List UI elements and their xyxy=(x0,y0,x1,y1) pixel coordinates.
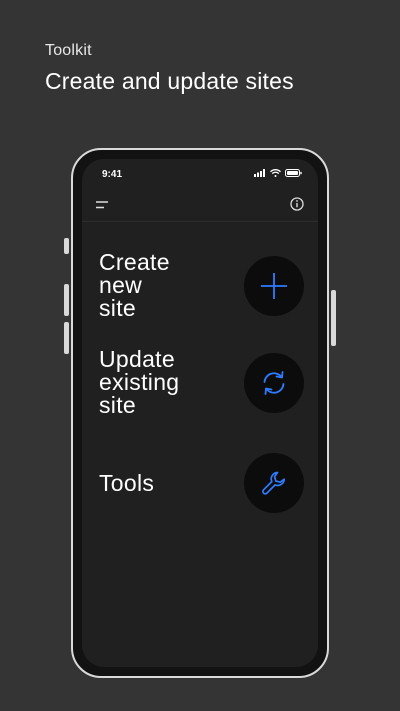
tools-action[interactable]: Tools xyxy=(99,453,304,513)
info-icon[interactable] xyxy=(290,197,304,211)
tools-button[interactable] xyxy=(244,453,304,513)
create-new-site-action[interactable]: Create new site xyxy=(99,251,304,320)
create-new-site-button[interactable] xyxy=(244,255,304,316)
signal-icon xyxy=(254,169,265,177)
menu-icon[interactable] xyxy=(96,201,108,209)
phone-screen: 9:41 Create new site Update existing sit… xyxy=(82,159,318,667)
wifi-icon xyxy=(270,169,281,177)
phone-volume-down-button xyxy=(64,322,69,354)
update-existing-site-label: Update existing site xyxy=(99,346,180,418)
create-new-site-label: Create new site xyxy=(99,249,170,321)
update-existing-site-action[interactable]: Update existing site xyxy=(99,348,304,417)
page-title: Create and update sites xyxy=(45,68,294,94)
phone-frame: 9:41 Create new site Update existing sit… xyxy=(71,148,329,678)
phone-mute-button xyxy=(64,238,69,254)
tools-label: Tools xyxy=(99,469,155,496)
app-navbar xyxy=(82,191,318,222)
update-existing-site-button[interactable] xyxy=(244,352,304,413)
phone-volume-up-button xyxy=(64,284,69,316)
toolkit-eyebrow: Toolkit xyxy=(45,42,92,59)
wrench-icon xyxy=(262,471,286,495)
plus-icon xyxy=(261,272,287,299)
refresh-icon xyxy=(263,370,285,395)
status-bar: 9:41 xyxy=(82,159,318,189)
battery-icon xyxy=(285,169,302,177)
status-icons xyxy=(254,169,302,177)
phone-power-button xyxy=(331,290,336,346)
status-time: 9:41 xyxy=(102,169,123,180)
